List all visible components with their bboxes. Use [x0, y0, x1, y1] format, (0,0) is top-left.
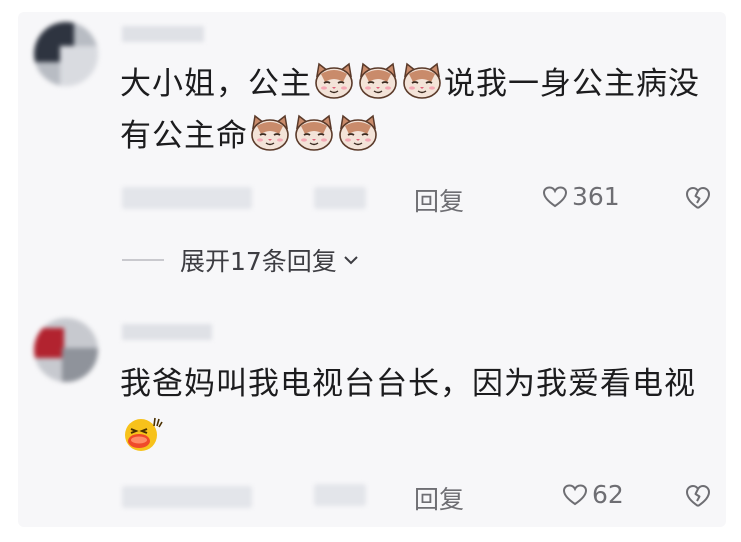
- broken-heart-icon[interactable]: [684, 483, 712, 509]
- heart-icon: [562, 483, 588, 505]
- comment-text-part: 大小姐，公主: [120, 66, 312, 102]
- heart-icon: [542, 185, 568, 207]
- like-count: 361: [572, 182, 620, 211]
- avatar[interactable]: [34, 22, 98, 86]
- cat-emoji-icon: [401, 62, 443, 100]
- expand-replies-button[interactable]: 展开17条回复: [122, 242, 359, 278]
- location-blurred: [314, 484, 366, 506]
- reply-button[interactable]: 回复: [414, 480, 464, 516]
- comment-text-part: 我爸妈叫我电视台台长，因为我爱看电视: [120, 366, 696, 402]
- cat-emoji-icon: [313, 62, 355, 100]
- username-blurred[interactable]: [122, 26, 204, 42]
- chevron-down-icon: [344, 256, 358, 265]
- cat-emoji-icon: [293, 114, 335, 152]
- like-button[interactable]: 62: [562, 480, 624, 509]
- avatar[interactable]: [34, 318, 98, 382]
- expand-replies-label: 展开17条回复: [180, 247, 337, 276]
- timestamp-blurred: [122, 187, 252, 209]
- laughing-emoji-icon: [121, 414, 163, 452]
- comment-text: 我爸妈叫我电视台台长，因为我爱看电视: [120, 358, 720, 462]
- cat-emoji-icon: [337, 114, 379, 152]
- divider-line: [122, 259, 164, 261]
- reply-button[interactable]: 回复: [414, 182, 464, 218]
- cat-emoji-icon: [357, 62, 399, 100]
- like-button[interactable]: 361: [542, 182, 620, 211]
- timestamp-blurred: [122, 486, 252, 508]
- broken-heart-icon[interactable]: [684, 185, 712, 211]
- like-count: 62: [592, 480, 624, 509]
- cat-emoji-icon: [249, 114, 291, 152]
- comment-text: 大小姐，公主 说我一身公主病没有公主命: [120, 58, 720, 162]
- username-blurred[interactable]: [122, 324, 212, 340]
- comments-card: 大小姐，公主 说我一身公主病没有公主命 回复 361 展开17条回复 我爸妈叫我电…: [18, 12, 726, 527]
- location-blurred: [314, 187, 366, 209]
